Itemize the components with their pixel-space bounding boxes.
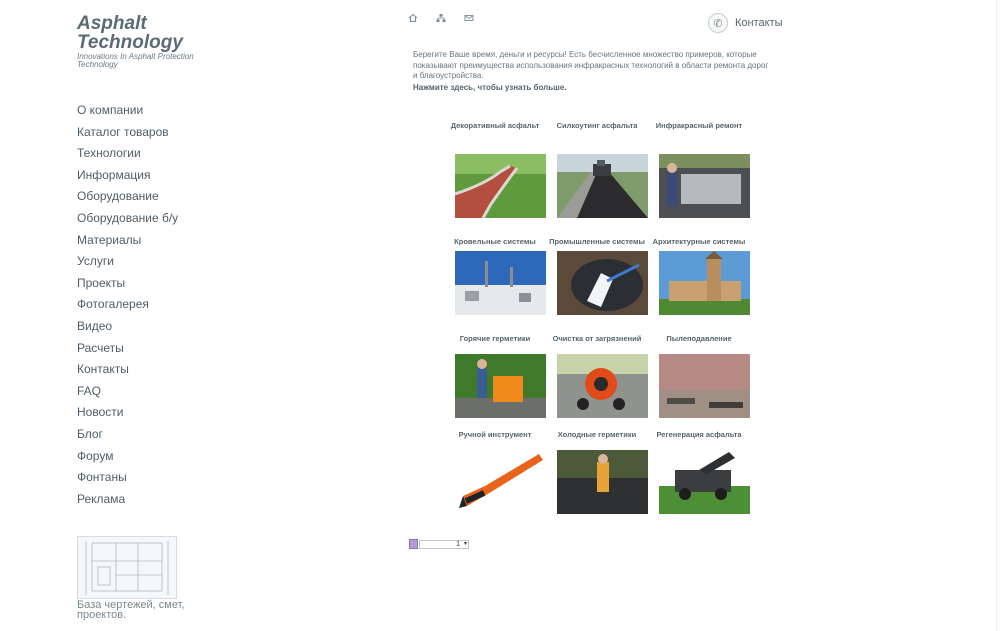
learn-more-link[interactable]: Нажмите здесь, чтобы узнать больше.: [413, 83, 567, 92]
nav-item-calculations[interactable]: Расчеты: [77, 338, 178, 360]
gallery-item[interactable]: Холодные герметики: [546, 430, 648, 440]
gallery-thumb-hand-tool[interactable]: [449, 450, 551, 519]
nav-item-blog[interactable]: Блог: [77, 424, 178, 446]
pager-icon: [409, 539, 418, 549]
nav-item-equipment[interactable]: Оборудование: [77, 186, 178, 208]
main-nav: О компании Каталог товаров Технологии Ин…: [77, 100, 178, 510]
nav-item-contacts[interactable]: Контакты: [77, 359, 178, 381]
gallery-thumb-regeneration[interactable]: [653, 450, 755, 519]
nav-item-advertising[interactable]: Реклама: [77, 489, 178, 511]
gallery-caption: Архитектурные системы: [652, 237, 746, 246]
gallery-item[interactable]: Горячие герметики: [444, 334, 546, 344]
gallery-item[interactable]: Регенерация асфальта: [648, 430, 750, 440]
gallery-caption: Промышленные системы: [549, 237, 645, 246]
site-tagline: Innovations In Asphalt Protection Techno…: [77, 52, 194, 69]
nav-item-catalog[interactable]: Каталог товаров: [77, 122, 178, 144]
gallery-item[interactable]: Силкоутинг асфальта: [546, 121, 648, 131]
gallery-thumb-roofing[interactable]: [449, 251, 551, 320]
page-select-value: 1: [456, 540, 460, 548]
nav-item-photo-gallery[interactable]: Фотогалерея: [77, 294, 178, 316]
gallery-thumb-dust-control[interactable]: [653, 354, 755, 423]
logo-line-2: Technology: [77, 32, 183, 53]
nav-item-about[interactable]: О компании: [77, 100, 178, 122]
sitemap-icon[interactable]: [434, 11, 448, 23]
top-icon-bar: [406, 11, 476, 23]
gallery-caption: Кровельные системы: [454, 237, 536, 246]
gallery-item[interactable]: Архитектурные системы: [648, 237, 750, 247]
gallery-item[interactable]: Промышленные системы: [546, 237, 648, 247]
nav-item-fountains[interactable]: Фонтаны: [77, 467, 178, 489]
gallery-caption: Пылеподавление: [666, 334, 732, 343]
promo-caption[interactable]: База чертежей, смет, проектов.: [77, 600, 187, 621]
gallery-thumb-cleaning[interactable]: [551, 354, 653, 423]
gallery-item[interactable]: Пылеподавление: [648, 334, 750, 344]
gallery-thumb-cold-sealants[interactable]: [551, 450, 653, 519]
pager: 1 ▾: [409, 539, 469, 549]
gallery-thumb-industrial[interactable]: [551, 251, 653, 320]
nav-item-technologies[interactable]: Технологии: [77, 143, 178, 165]
gallery-caption: Силкоутинг асфальта: [556, 121, 638, 130]
home-icon[interactable]: [406, 11, 420, 23]
gallery-caption: Очистка от загрязнений: [552, 334, 642, 343]
nav-item-information[interactable]: Информация: [77, 165, 178, 187]
gallery-caption: Регенерация асфальта: [656, 430, 742, 439]
gallery-thumb-architectural[interactable]: [653, 251, 755, 320]
nav-item-services[interactable]: Услуги: [77, 251, 178, 273]
contacts-label: Контакты: [735, 17, 783, 29]
site-logo[interactable]: Asphalt Technology: [77, 14, 183, 52]
phone-icon: ✆: [708, 13, 728, 33]
logo-line-1: Asphalt: [77, 13, 147, 34]
gallery-caption: Холодные герметики: [557, 430, 637, 439]
gallery-caption: Ручной инструмент: [458, 430, 532, 439]
gallery-thumb-infrared-repair[interactable]: [653, 154, 755, 223]
gallery-item[interactable]: Декоративный асфальт: [444, 121, 546, 131]
gallery-item[interactable]: Кровельные системы: [444, 237, 546, 247]
nav-item-used-equipment[interactable]: Оборудование б/у: [77, 208, 178, 230]
gallery-thumb-hot-sealants[interactable]: [449, 354, 551, 423]
nav-item-news[interactable]: Новости: [77, 402, 178, 424]
gallery-item[interactable]: Очистка от загрязнений: [546, 334, 648, 344]
mail-icon[interactable]: [462, 11, 476, 23]
nav-item-faq[interactable]: FAQ: [77, 381, 178, 403]
gallery-item[interactable]: Инфракрасный ремонт: [648, 121, 750, 131]
gallery-caption: Декоративный асфальт: [450, 121, 540, 130]
intro-text: Берегите Ваше время, деньги и ресурсы! Е…: [413, 50, 769, 81]
nav-item-materials[interactable]: Материалы: [77, 230, 178, 252]
gallery-caption: Инфракрасный ремонт: [655, 121, 743, 130]
nav-item-video[interactable]: Видео: [77, 316, 178, 338]
nav-item-forum[interactable]: Форум: [77, 446, 178, 468]
nav-item-projects[interactable]: Проекты: [77, 273, 178, 295]
gallery-thumb-decorative-asphalt[interactable]: [449, 154, 551, 223]
page-select[interactable]: 1 ▾: [419, 539, 469, 549]
page-edge-divider: [996, 0, 997, 631]
contacts-link[interactable]: ✆ Контакты: [708, 13, 783, 33]
gallery-caption: Горячие герметики: [459, 334, 531, 343]
gallery-item[interactable]: Ручной инструмент: [444, 430, 546, 440]
blueprint-promo-image[interactable]: [77, 536, 177, 599]
chevron-down-icon: ▾: [463, 540, 467, 547]
gallery-thumb-sealcoating[interactable]: [551, 154, 653, 223]
